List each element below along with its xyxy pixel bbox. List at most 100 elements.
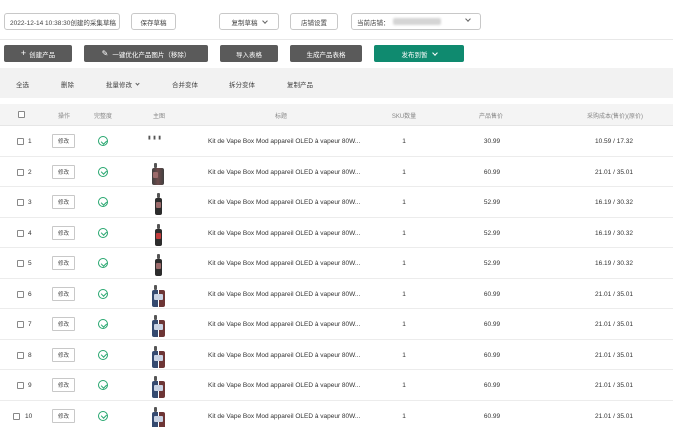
- check-circle-icon: [98, 258, 108, 268]
- row-number: 1: [28, 138, 32, 145]
- table-row: 4 修改 Kit de Vape Box Mod appareil OLED à v…: [0, 218, 673, 248]
- edit-label: 修改: [57, 139, 69, 145]
- sku-count: 1: [402, 412, 406, 420]
- sku-count: 1: [402, 260, 406, 267]
- sku-count: 1: [402, 199, 406, 206]
- edit-button[interactable]: 修改: [52, 378, 75, 392]
- edit-button[interactable]: 修改: [52, 347, 75, 362]
- current-shop-select[interactable]: 当前店铺：: [351, 13, 481, 30]
- shop-settings-button[interactable]: 店铺设置: [290, 13, 338, 30]
- edit-label: 修改: [57, 169, 69, 176]
- copy-draft-label: 复制草稿: [231, 19, 258, 27]
- row-checkbox[interactable]: [17, 382, 24, 389]
- save-draft-label: 保存草稿: [140, 19, 167, 27]
- edit-label: 修改: [57, 200, 69, 206]
- create-product-button[interactable]: + 创建产品: [4, 45, 72, 62]
- check-circle-icon: [98, 197, 108, 207]
- row-number: 2: [28, 168, 32, 176]
- check-circle-icon: [98, 380, 108, 390]
- product-title[interactable]: Kit de Vape Box Mod appareil OLED à vape…: [208, 413, 360, 420]
- row-checkbox[interactable]: [17, 290, 24, 298]
- edit-label: 修改: [57, 322, 69, 328]
- chevron-down-icon: [135, 80, 140, 86]
- copy-product-label: 复制产品: [287, 82, 313, 89]
- edit-label: 修改: [57, 352, 69, 359]
- product-title[interactable]: Kit de Vape Box Mod appareil OLED à vape…: [208, 169, 360, 176]
- optimize-images-button[interactable]: ✎ 一键优化产品图片（移除）: [84, 45, 208, 62]
- check-circle-icon: [98, 288, 108, 299]
- delete-button[interactable]: 删除: [61, 79, 74, 89]
- product-thumbnail: [151, 374, 165, 398]
- select-all-checkbox[interactable]: [18, 111, 25, 118]
- product-title[interactable]: Kit de Vape Box Mod appareil OLED à vape…: [208, 199, 360, 206]
- generate-table-label: 生成产品表格: [306, 51, 346, 59]
- row-checkbox[interactable]: [17, 138, 24, 145]
- product-title[interactable]: Kit de Vape Box Mod appareil OLED à vape…: [208, 291, 360, 298]
- product-thumbnail: [151, 283, 165, 307]
- publish-dropdown-button[interactable]: 发布到暂: [374, 45, 464, 62]
- sku-count: 1: [402, 138, 406, 145]
- row-checkbox[interactable]: [13, 412, 20, 420]
- product-price: 52.99: [483, 199, 501, 206]
- import-table-button[interactable]: 导入表格: [220, 45, 278, 62]
- edit-button[interactable]: 修改: [52, 134, 75, 148]
- row-checkbox[interactable]: [17, 199, 24, 206]
- table-row: 2 修改 Kit de Vape Box Mod appareil OLED à v…: [0, 157, 673, 187]
- header-completeness: 完整度: [93, 114, 113, 120]
- sku-count: 1: [402, 321, 406, 328]
- row-checkbox[interactable]: [17, 229, 24, 237]
- product-price: 60.99: [483, 168, 501, 176]
- batch-edit-label: 批量修改: [106, 82, 132, 89]
- merge-variants-button[interactable]: 合并变体: [172, 79, 198, 89]
- merge-variants-label: 合并变体: [172, 82, 198, 89]
- draft-date-select[interactable]: 2022-12-14 10:38:30创建的采集草稿: [4, 13, 120, 30]
- table-row: 8 修改 Kit de Vape Box Mod appareil OLED à v…: [0, 340, 673, 370]
- select-all-button[interactable]: 全选: [16, 79, 29, 89]
- purchase-cost: 21.01 / 35.01: [595, 351, 633, 359]
- row-checkbox[interactable]: [17, 351, 24, 359]
- row-checkbox[interactable]: [17, 321, 24, 328]
- batch-edit-dropdown[interactable]: 批量修改: [106, 79, 140, 89]
- purchase-cost: 16.19 / 30.32: [595, 199, 633, 206]
- edit-button[interactable]: 修改: [52, 286, 75, 301]
- split-variants-label: 拆分变体: [229, 82, 255, 89]
- plus-icon: +: [20, 48, 27, 58]
- draft-date-text: 2022-12-14 10:38:30创建的采集草稿: [10, 19, 116, 27]
- edit-button[interactable]: 修改: [52, 408, 75, 423]
- product-thumbnail: [151, 191, 165, 215]
- edit-button[interactable]: 修改: [52, 256, 75, 270]
- row-checkbox[interactable]: [17, 168, 24, 176]
- edit-button[interactable]: 修改: [52, 164, 75, 179]
- generate-table-button[interactable]: 生成产品表格: [290, 45, 362, 62]
- row-checkbox[interactable]: [17, 260, 24, 267]
- purchase-cost: 21.01 / 35.01: [595, 168, 633, 176]
- product-thumbnail: [151, 405, 165, 427]
- product-thumbnail: ▮ ▮ ▮: [148, 135, 162, 141]
- product-price: 60.99: [483, 321, 501, 328]
- product-price: 60.99: [483, 290, 501, 298]
- product-price: 60.99: [483, 351, 501, 359]
- product-title[interactable]: Kit de Vape Box Mod appareil OLED à vape…: [208, 321, 360, 328]
- edit-button[interactable]: 修改: [52, 225, 75, 240]
- header-sku-count: SKU数量: [391, 114, 417, 120]
- purchase-cost: 16.19 / 30.32: [595, 229, 633, 237]
- product-price: 52.99: [483, 229, 501, 237]
- product-price: 30.99: [483, 138, 501, 145]
- save-draft-button[interactable]: 保存草稿: [131, 13, 176, 30]
- edit-button[interactable]: 修改: [52, 195, 75, 209]
- edit-button[interactable]: 修改: [52, 317, 75, 331]
- row-number: 4: [28, 229, 32, 237]
- row-number: 10: [25, 412, 33, 420]
- product-title[interactable]: Kit de Vape Box Mod appareil OLED à vape…: [208, 230, 360, 237]
- product-title[interactable]: Kit de Vape Box Mod appareil OLED à vape…: [208, 138, 360, 145]
- product-thumbnail: [151, 313, 165, 337]
- product-title[interactable]: Kit de Vape Box Mod appareil OLED à vape…: [208, 260, 360, 267]
- copy-draft-dropdown[interactable]: 复制草稿: [219, 13, 279, 30]
- chevron-down-icon: [261, 17, 268, 24]
- product-title[interactable]: Kit de Vape Box Mod appareil OLED à vape…: [208, 352, 360, 359]
- sku-count: 1: [402, 168, 406, 176]
- product-title[interactable]: Kit de Vape Box Mod appareil OLED à vape…: [208, 382, 360, 389]
- copy-product-button[interactable]: 复制产品: [287, 79, 313, 89]
- split-variants-button[interactable]: 拆分变体: [229, 79, 255, 89]
- header-main-image: 主图: [152, 114, 166, 120]
